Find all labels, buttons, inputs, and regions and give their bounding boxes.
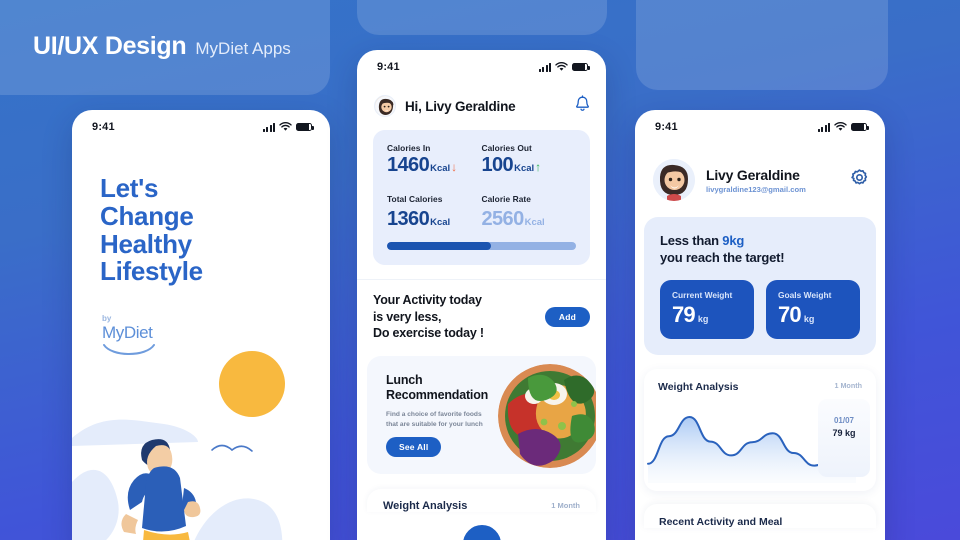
statusbar-time: 9:41 — [377, 61, 400, 73]
salad-bowl-photo — [498, 363, 596, 468]
current-weight-value: 79 — [672, 301, 696, 327]
calories-out-stat: Calories Out 100 Kcal ↑ — [482, 143, 577, 177]
cellular-bars-icon — [262, 122, 275, 132]
battery-icon — [296, 123, 315, 131]
onboarding-title: Let's Change Healthy Lifestyle — [100, 173, 330, 287]
profile-email: livygraldine123@gmail.com — [706, 184, 806, 194]
goal-headline-line-2: you reach the target! — [660, 250, 785, 266]
total-calories-unit: Kcal — [430, 217, 451, 228]
chart-tooltip: 01/07 79 kg — [818, 398, 870, 477]
onboarding-title-line-3: Healthy — [100, 228, 192, 259]
see-all-button[interactable]: See All — [386, 436, 442, 457]
lunch-title-line-1: Lunch — [386, 372, 423, 387]
goals-weight-value: 70 — [778, 301, 802, 327]
current-weight-unit: kg — [697, 313, 709, 324]
calorie-rate-unit: Kcal — [524, 217, 545, 228]
gear-icon[interactable] — [850, 168, 869, 192]
statusbar-time: 9:41 — [655, 121, 678, 133]
greeting-text: Hi, Livy Geraldine — [405, 98, 516, 114]
calories-in-stat: Calories In 1460 Kcal ↓ — [387, 143, 482, 177]
phone-onboarding-screen: 9:41 Let's Change Healthy Lifestyle by M… — [72, 110, 330, 540]
total-calories-stat: Total Calories 1360 Kcal — [387, 189, 482, 231]
background-panel-middle — [357, 0, 607, 35]
bell-icon[interactable] — [575, 95, 590, 117]
phone-profile-screen: 9:41 Livy Geraldine livygraldine123@gmai… — [635, 110, 885, 540]
goal-headline-line-1: Less than 9kg — [660, 232, 860, 249]
arrow-up-icon: ↑ — [535, 160, 542, 174]
phone-home-screen: 9:41 Hi, Livy Geraldine Calories In 1460… — [357, 50, 606, 540]
wifi-icon — [834, 122, 847, 131]
avatar[interactable] — [374, 95, 396, 117]
goals-weight-label: Goals Weight — [778, 289, 832, 300]
background-panel-right — [636, 0, 888, 90]
current-weight-box: Current Weight 79 kg — [660, 279, 754, 339]
activity-prompt-card: Your Activity today is very less, Do exe… — [373, 292, 590, 342]
calories-out-unit: Kcal — [514, 163, 535, 174]
goals-weight-box: Goals Weight 70 kg — [766, 279, 860, 339]
profile-header: Livy Geraldine livygraldine123@gmail.com — [635, 137, 885, 201]
recent-activity-title: Recent Activity and Meal — [659, 515, 783, 528]
weight-analysis-peek-range: 1 Month — [551, 501, 580, 510]
calorie-progress-bar — [387, 242, 576, 250]
calories-out-label: Calories Out — [481, 143, 532, 153]
cellular-bars-icon — [538, 62, 551, 72]
add-fab-button[interactable] — [457, 520, 506, 540]
battery-icon — [572, 63, 591, 71]
calorie-rate-value: 2560 — [481, 208, 525, 230]
total-calories-value: 1360 — [387, 208, 430, 230]
calories-in-unit: Kcal — [430, 163, 451, 174]
lunch-recommendation-card[interactable]: Lunch Recommendation Find a choice of fa… — [367, 355, 596, 474]
chart-range-selector[interactable]: 1 Month — [834, 381, 862, 390]
activity-line-2: is very less, — [373, 309, 442, 324]
add-activity-button[interactable]: Add — [544, 306, 590, 327]
wifi-icon — [555, 62, 568, 71]
cellular-bars-icon — [817, 122, 830, 132]
brand-logo-text: MyDiet — [102, 323, 153, 343]
calorie-summary-card: Calories In 1460 Kcal ↓ Calories Out 100… — [373, 130, 590, 265]
weight-analysis-peek-title: Weight Analysis — [383, 499, 468, 512]
calorie-rate-label: Calorie Rate — [481, 194, 531, 204]
weight-analysis-chart-card[interactable]: Weight Analysis 1 Month 01/07 79 kg — [644, 368, 876, 491]
brand-by-label: by — [102, 314, 112, 324]
greeting-row: Hi, Livy Geraldine — [357, 77, 606, 117]
statusbar: 9:41 — [357, 50, 606, 77]
chart-tooltip-date: 01/07 — [833, 415, 855, 425]
running-man-illustration — [72, 342, 330, 540]
recent-activity-card[interactable]: Recent Activity and Meal — [644, 503, 876, 528]
section-divider — [357, 279, 606, 280]
onboarding-title-line-4: Lifestyle — [100, 256, 203, 287]
chart-title: Weight Analysis — [658, 380, 739, 393]
weight-analysis-peek-card[interactable]: Weight Analysis 1 Month — [367, 488, 596, 512]
lunch-description: Find a choice of favorite foods that are… — [386, 411, 483, 429]
battery-icon — [851, 123, 870, 131]
statusbar: 9:41 — [635, 110, 885, 137]
profile-name: Livy Geraldine — [706, 166, 800, 183]
activity-line-1: Your Activity today — [373, 293, 482, 307]
onboarding-title-line-1: Let's — [100, 173, 159, 203]
current-weight-label: Current Weight — [672, 289, 733, 300]
page-title: UI/UX Design MyDiet Apps — [33, 32, 291, 61]
weight-goal-card: Less than 9kg you reach the target! Curr… — [644, 217, 876, 355]
chart-tooltip-value: 79 kg — [832, 427, 856, 438]
wifi-icon — [279, 122, 292, 131]
calories-out-value: 100 — [481, 154, 514, 176]
calories-in-label: Calories In — [387, 143, 431, 153]
arrow-down-icon: ↓ — [451, 160, 458, 174]
statusbar-time: 9:41 — [92, 121, 115, 133]
lunch-title-line-2: Recommendation — [386, 387, 489, 402]
statusbar: 9:41 — [72, 110, 330, 137]
total-calories-label: Total Calories — [387, 194, 443, 204]
title-main: UI/UX Design — [33, 32, 187, 60]
goal-headline-prefix: Less than — [660, 233, 723, 248]
calories-in-value: 1460 — [387, 154, 430, 176]
calorie-rate-stat: Calorie Rate 2560 Kcal — [482, 189, 577, 231]
activity-line-3: Do exercise today ! — [373, 326, 484, 340]
goals-weight-unit: kg — [803, 313, 815, 324]
onboarding-title-line-2: Change — [100, 200, 194, 231]
avatar[interactable] — [653, 159, 695, 201]
title-sub: MyDiet Apps — [195, 39, 291, 58]
goal-headline-highlight: 9kg — [722, 233, 745, 248]
